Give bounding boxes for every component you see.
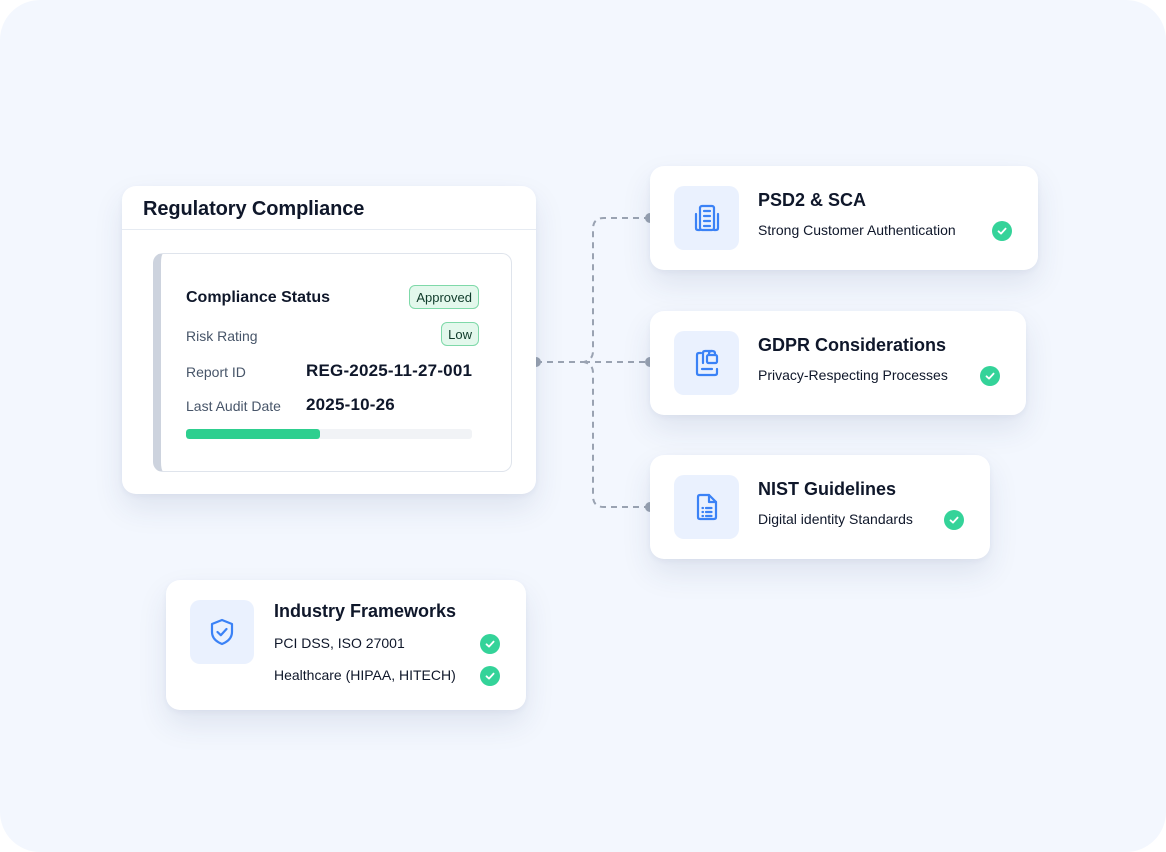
- compliance-progress-bar: [186, 429, 472, 439]
- connector-nist: [583, 361, 650, 508]
- check-icon: [480, 634, 500, 654]
- check-icon: [480, 666, 500, 686]
- industry-title: Industry Frameworks: [274, 601, 457, 621]
- nist-card: NIST Guidelines Digital identity Standar…: [650, 455, 990, 559]
- title-divider: [122, 229, 536, 230]
- document-list-icon: [674, 475, 739, 539]
- card-title: Regulatory Compliance: [143, 198, 365, 220]
- feature-subtitle: Digital identity Standards: [758, 511, 913, 527]
- check-icon: [944, 510, 964, 530]
- feature-title: PSD2 & SCA: [758, 190, 867, 210]
- document-lock-icon: [674, 331, 739, 395]
- risk-badge: Low: [441, 322, 479, 346]
- feature-title: NIST Guidelines: [758, 479, 897, 499]
- connector-psd2: [583, 217, 650, 363]
- audit-date-value: 2025-10-26: [306, 395, 395, 414]
- building-icon: [674, 186, 739, 250]
- report-id-value: REG-2025-11-27-001: [306, 361, 473, 380]
- check-icon: [980, 366, 1000, 386]
- progress-fill: [186, 429, 321, 439]
- feature-subtitle: Privacy-Respecting Processes: [758, 367, 948, 383]
- feature-subtitle: Strong Customer Authentication: [758, 222, 956, 238]
- compliance-status-panel: Compliance Status Approved Risk Rating L…: [153, 253, 512, 472]
- industry-item: Healthcare (HIPAA, HITECH): [274, 667, 456, 683]
- check-icon: [992, 221, 1012, 241]
- industry-frameworks-card: Industry Frameworks PCI DSS, ISO 27001 H…: [166, 580, 526, 710]
- psd2-card: PSD2 & SCA Strong Customer Authenticatio…: [650, 166, 1038, 270]
- industry-item: PCI DSS, ISO 27001: [274, 635, 405, 651]
- risk-rating-label: Risk Rating: [186, 328, 258, 344]
- gdpr-card: GDPR Considerations Privacy-Respecting P…: [650, 311, 1026, 415]
- feature-title: GDPR Considerations: [758, 335, 947, 355]
- status-badge: Approved: [409, 285, 479, 309]
- status-title: Compliance Status: [186, 289, 331, 306]
- shield-check-icon: [190, 600, 254, 664]
- audit-date-label: Last Audit Date: [186, 398, 281, 414]
- regulatory-compliance-card: Regulatory Compliance Compliance Status …: [122, 186, 536, 494]
- canvas-background: Regulatory Compliance Compliance Status …: [0, 0, 1166, 852]
- report-id-label: Report ID: [186, 364, 246, 380]
